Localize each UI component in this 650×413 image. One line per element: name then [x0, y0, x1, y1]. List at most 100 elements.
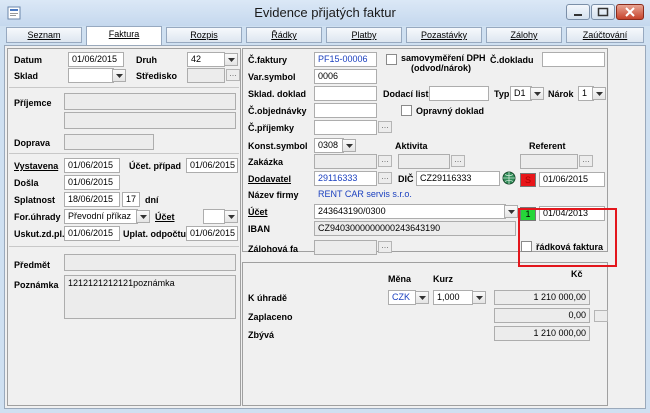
- samovymereni-checkbox[interactable]: [386, 54, 397, 65]
- aktivita-field[interactable]: [398, 154, 450, 169]
- predmet-field[interactable]: [64, 254, 236, 271]
- druh-select[interactable]: 42: [187, 52, 225, 67]
- zaplaceno-detail-button[interactable]: [594, 310, 608, 322]
- predmet-label: Předmět: [14, 260, 51, 270]
- ucet-pripad-label: Účet. případ: [129, 161, 182, 171]
- c-dokladu-label: Č.dokladu: [490, 55, 534, 65]
- prijemce-line-1[interactable]: [64, 93, 236, 110]
- zaplaceno-label: Zaplaceno: [248, 312, 293, 322]
- c-prijemky-label: Č.příjemky: [248, 123, 295, 133]
- stredisko-field[interactable]: [187, 68, 225, 83]
- c-faktury-field[interactable]: PF15-00006: [314, 52, 377, 67]
- typ-dropdown-button[interactable]: [530, 87, 544, 100]
- divider: [9, 153, 239, 154]
- konst-symbol-dropdown-button[interactable]: [342, 139, 356, 152]
- aktivita-browse-button[interactable]: ...: [451, 155, 465, 167]
- c-prijemky-field[interactable]: [314, 120, 377, 135]
- druh-dropdown-button[interactable]: [224, 53, 238, 66]
- maximize-icon: [597, 7, 609, 17]
- ucet-dodavatel-dropdown-button[interactable]: [504, 205, 518, 218]
- dodavatel-browse-button[interactable]: ...: [378, 172, 392, 184]
- narok-dropdown-button[interactable]: [592, 87, 606, 100]
- iban-field[interactable]: CZ9403000000000243643190: [314, 221, 516, 236]
- referent-browse-button[interactable]: ...: [579, 155, 593, 167]
- tab-seznam[interactable]: Seznam: [6, 27, 82, 43]
- zakazka-field[interactable]: [314, 154, 377, 169]
- stredisko-label: Středisko: [136, 71, 178, 81]
- prijemce-line-2[interactable]: [64, 112, 236, 129]
- chevron-down-icon: [116, 74, 123, 78]
- ucet-label: Účet: [155, 212, 175, 222]
- tab-zauctovani[interactable]: Zaúčtování: [566, 27, 644, 43]
- chevron-down-icon: [140, 215, 147, 219]
- datum-label: Datum: [14, 55, 43, 65]
- konst-symbol-select[interactable]: 0308: [314, 138, 344, 153]
- typ-select[interactable]: D1: [510, 86, 532, 101]
- for-uhrady-dropdown-button[interactable]: [136, 210, 150, 223]
- ucet-pripad-field[interactable]: 01/06/2015: [186, 158, 238, 173]
- ucet-select[interactable]: [203, 209, 225, 224]
- uskut-field[interactable]: 01/06/2015: [64, 226, 120, 241]
- close-icon: [625, 7, 635, 17]
- sklad-field[interactable]: [68, 68, 114, 83]
- opravny-doklad-checkbox[interactable]: [401, 105, 412, 116]
- datum-field[interactable]: 01/06/2015: [68, 52, 124, 67]
- chevron-down-icon: [534, 92, 541, 96]
- narok-label: Nárok: [548, 89, 574, 99]
- for-uhrady-select[interactable]: Převodní příkaz: [64, 209, 138, 224]
- ucet-dodavatel-select[interactable]: 243643190/0300: [314, 204, 506, 219]
- vystavena-field[interactable]: 01/06/2015: [64, 158, 120, 173]
- zaplaceno-field: 0,00: [494, 308, 590, 323]
- tab-zalohy[interactable]: Zálohy: [486, 27, 562, 43]
- ucet-dropdown-button[interactable]: [224, 210, 238, 223]
- dni-label: dní: [145, 195, 159, 205]
- sklad-dropdown-button[interactable]: [112, 69, 126, 82]
- splatnost-days-field[interactable]: 17: [122, 192, 140, 207]
- dodaci-list-field[interactable]: [429, 86, 489, 101]
- tab-bar: Seznam Faktura Rozpis Řádky Platby Pozas…: [4, 26, 646, 46]
- status-indicator-1[interactable]: S: [520, 173, 536, 187]
- aktivita-label: Aktivita: [395, 141, 428, 151]
- minimize-button[interactable]: [566, 4, 590, 20]
- tab-pozastavky[interactable]: Pozastávky: [406, 27, 482, 43]
- samovymereni-sublabel: (odvod/nárok): [411, 63, 471, 73]
- dodavatel-field[interactable]: 29116333: [314, 171, 377, 186]
- mena-dropdown-button[interactable]: [415, 291, 429, 304]
- vystavena-label: Vystavena: [14, 161, 59, 171]
- application-window: Evidence přijatých faktur Seznam Faktura…: [0, 0, 650, 413]
- poznamka-field[interactable]: 1212121212121poznámka: [64, 275, 236, 319]
- maximize-button[interactable]: [591, 4, 615, 20]
- dosla-field[interactable]: 01/06/2015: [64, 175, 120, 190]
- doprava-label: Doprava: [14, 138, 51, 148]
- splatnost-field[interactable]: 18/06/2015: [64, 192, 120, 207]
- zalohova-fa-field[interactable]: [314, 240, 377, 255]
- stredisko-browse-button[interactable]: ...: [226, 69, 240, 81]
- uskut-label: Uskut.zd.pl.: [14, 229, 65, 239]
- minimize-icon: [574, 14, 582, 16]
- prijemce-label: Příjemce: [14, 98, 52, 108]
- c-dokladu-field[interactable]: [542, 52, 605, 67]
- zalohova-fa-browse-button[interactable]: ...: [378, 241, 392, 253]
- tab-radky[interactable]: Řádky: [246, 27, 322, 43]
- sklad-doklad-field[interactable]: [314, 86, 377, 101]
- dic-field[interactable]: CZ29116333: [416, 171, 500, 186]
- referent-field[interactable]: [520, 154, 578, 169]
- c-objednavky-field[interactable]: [314, 103, 377, 118]
- uplat-field[interactable]: 01/06/2015: [186, 226, 238, 241]
- kurz-select[interactable]: 1,000: [433, 290, 473, 305]
- c-prijemky-browse-button[interactable]: ...: [378, 121, 392, 133]
- divider: [9, 246, 239, 247]
- tab-platby[interactable]: Platby: [326, 27, 402, 43]
- tab-faktura[interactable]: Faktura: [86, 26, 162, 45]
- var-symbol-field[interactable]: 0006: [314, 69, 377, 84]
- doprava-field[interactable]: [64, 134, 154, 150]
- tab-rozpis[interactable]: Rozpis: [166, 27, 242, 43]
- globe-icon[interactable]: [502, 171, 516, 185]
- druh-label: Druh: [136, 55, 157, 65]
- close-button[interactable]: [616, 4, 644, 20]
- zakazka-label: Zakázka: [248, 157, 284, 167]
- zakazka-browse-button[interactable]: ...: [378, 155, 392, 167]
- zbyva-field: 1 210 000,00: [494, 326, 590, 341]
- mena-select[interactable]: CZK: [388, 290, 416, 305]
- kurz-dropdown-button[interactable]: [472, 291, 486, 304]
